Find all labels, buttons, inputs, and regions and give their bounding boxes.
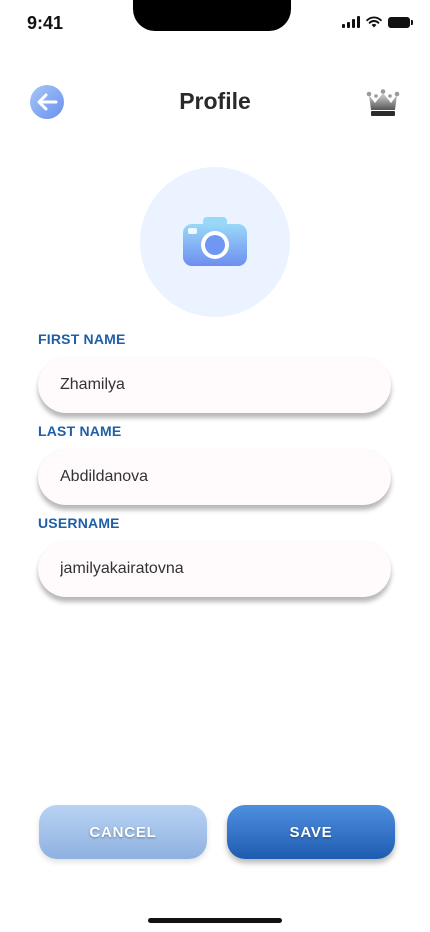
home-indicator (148, 918, 282, 923)
header: Profile (0, 80, 430, 124)
device-notch (133, 0, 291, 31)
first-name-label: FIRST NAME (38, 331, 126, 347)
avatar-photo-picker[interactable] (140, 167, 290, 317)
crown-icon (366, 89, 400, 116)
cellular-signal-icon (342, 16, 360, 28)
username-field[interactable] (38, 541, 391, 597)
last-name-field[interactable] (38, 449, 391, 505)
camera-icon (183, 217, 247, 266)
last-name-label: LAST NAME (38, 423, 122, 439)
wifi-icon (366, 16, 382, 28)
save-button[interactable]: SAVE (227, 805, 395, 859)
username-label: USERNAME (38, 515, 120, 531)
status-bar: 9:41 (0, 0, 430, 50)
battery-icon (388, 16, 413, 28)
premium-button[interactable] (366, 85, 400, 119)
first-name-field[interactable] (38, 357, 391, 413)
status-time: 9:41 (27, 13, 64, 33)
cancel-button[interactable]: CANCEL (39, 805, 207, 859)
status-icons (342, 16, 413, 28)
